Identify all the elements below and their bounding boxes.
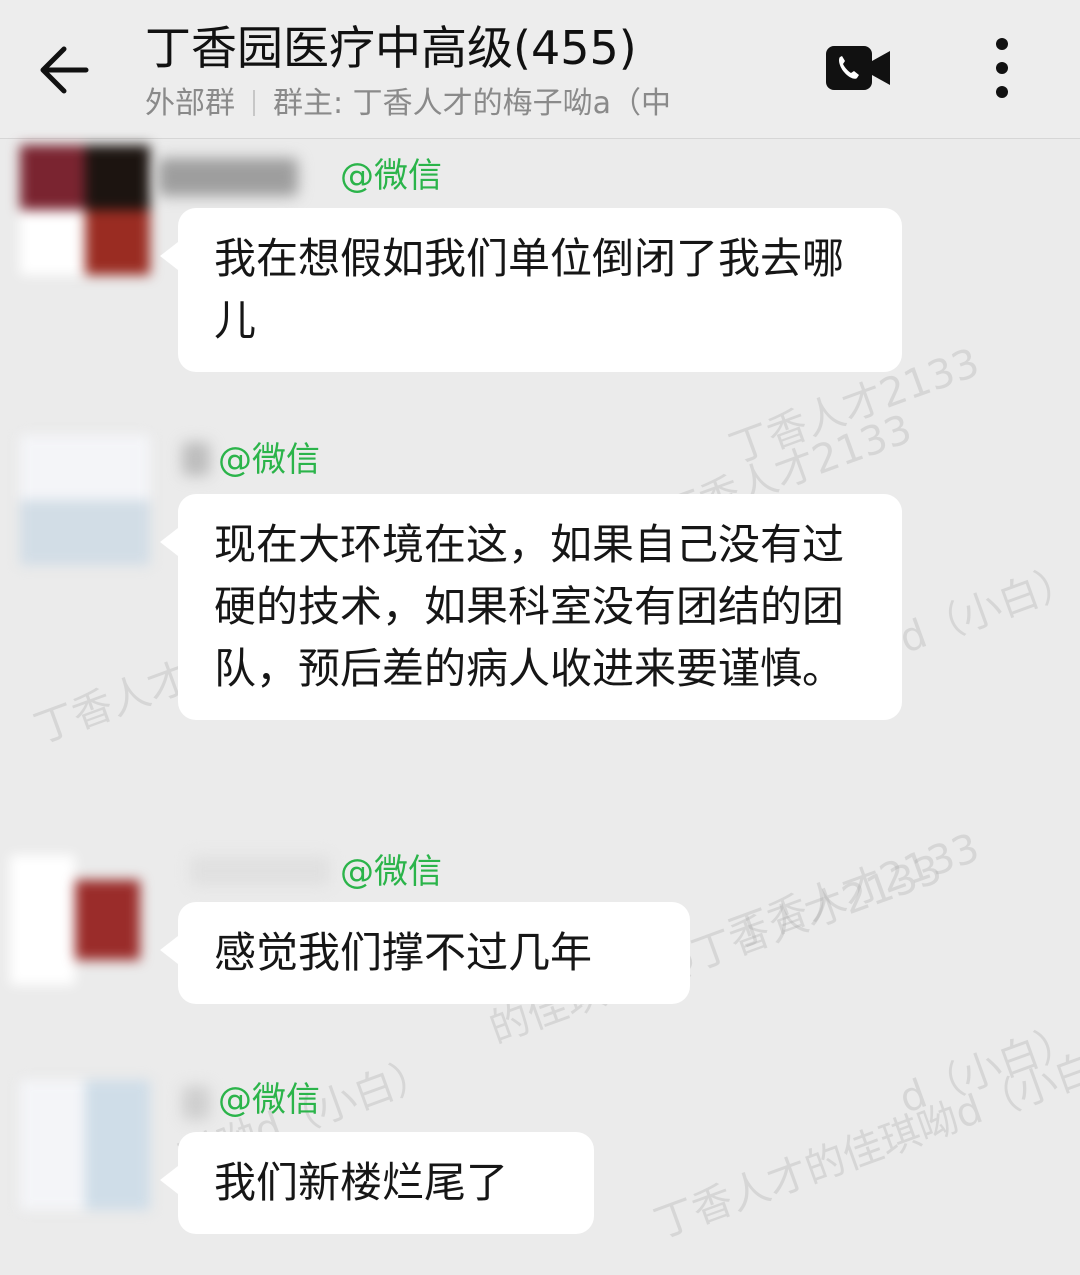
watermark: d（小白） (893, 555, 1080, 663)
video-call-icon (826, 46, 890, 90)
sender-name: @微信 (218, 440, 320, 480)
avatar[interactable] (10, 855, 140, 985)
back-button[interactable] (30, 34, 102, 106)
sender-name: @微信 (340, 852, 442, 892)
arrow-left-icon (40, 46, 89, 94)
message-bubble[interactable]: 我在想假如我们单位倒闭了我去哪儿 (160, 208, 902, 372)
sender-name-redacted (182, 442, 210, 476)
avatar[interactable] (20, 1080, 150, 1210)
chat-title: 丁香园医疗中高级(455) (145, 21, 637, 75)
message-bubble[interactable]: 我们新楼烂尾了 (160, 1132, 594, 1234)
video-call-button[interactable] (824, 44, 894, 92)
watermark: 丁香人才的佳琪呦d（小白） (648, 1031, 1080, 1248)
more-vertical-icon (996, 38, 1008, 98)
sender-name-redacted (190, 856, 330, 886)
message-bubble[interactable]: 感觉我们撑不过几年 (160, 902, 690, 1004)
group-owner-label: 群主: 丁香人才的梅子呦a（中 (273, 86, 672, 121)
sender-name: @微信 (340, 156, 442, 196)
watermark: 丁香人才2133 (723, 824, 986, 958)
more-options-button[interactable] (982, 36, 1022, 100)
watermark: d（小白） (893, 1015, 1080, 1123)
group-type-label: 外部群 (145, 86, 235, 121)
chat-header: 丁香园医疗中高级(455) 外部群 群主: 丁香人才的梅子呦a（中 (0, 0, 1080, 139)
chat-subtitle: 外部群 群主: 丁香人才的梅子呦a（中 (145, 84, 715, 124)
avatar[interactable] (20, 435, 150, 565)
message-bubble[interactable]: 现在大环境在这，如果自己没有过硬的技术，如果科室没有团结的团队，预后差的病人收进… (160, 494, 902, 720)
sender-name: @微信 (218, 1080, 320, 1120)
avatar[interactable] (20, 145, 150, 275)
divider (253, 90, 255, 116)
sender-name-redacted (182, 1086, 210, 1120)
sender-name-redacted (158, 158, 298, 196)
